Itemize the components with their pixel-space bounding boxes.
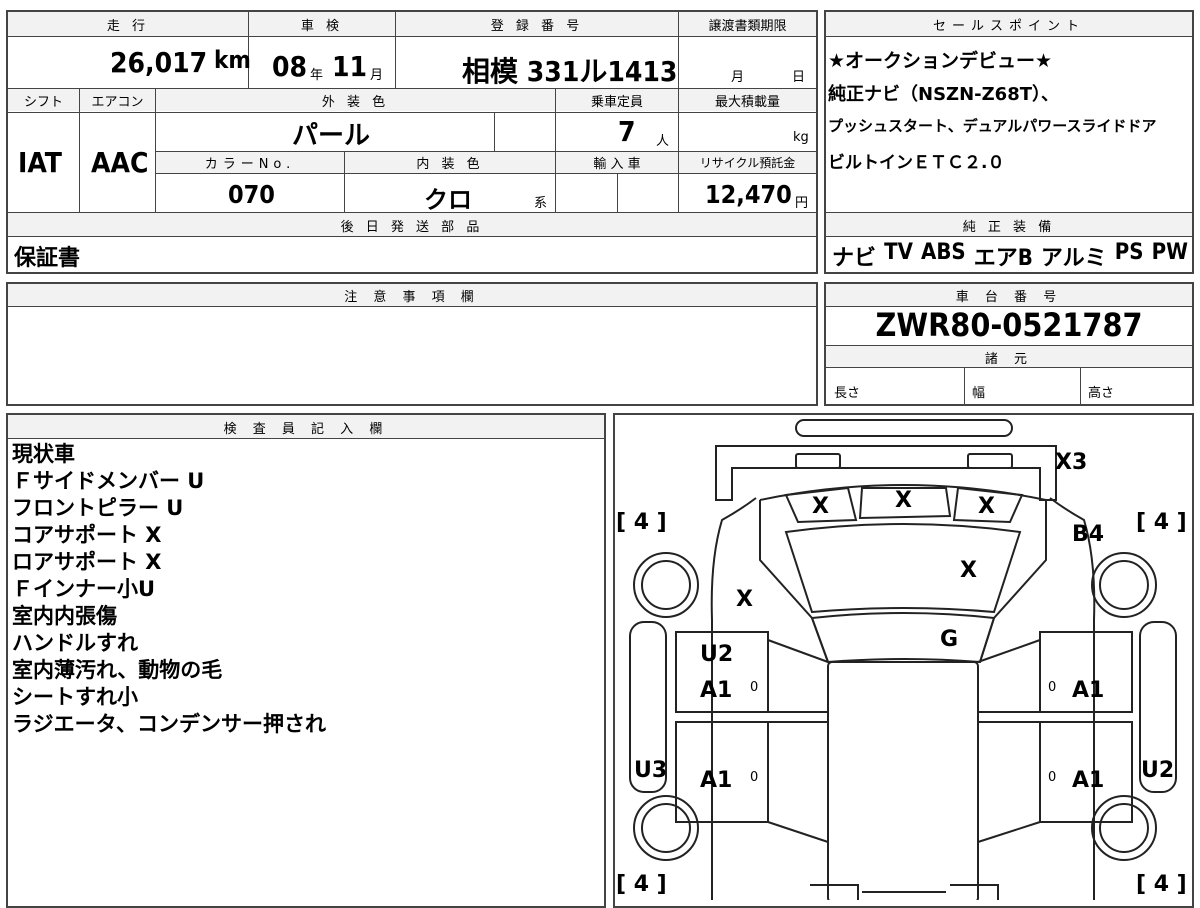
mark-windshield: G xyxy=(940,627,959,652)
mark-zero: 0 xyxy=(750,770,759,785)
mark-grille-right: X xyxy=(978,494,995,519)
mark-right-sill: U2 xyxy=(1141,758,1175,783)
mark-hood: X xyxy=(960,558,977,583)
fog-light-left xyxy=(795,453,841,469)
mark-front-right-door-a: A1 xyxy=(1072,678,1105,703)
wheel-rear-right-inner xyxy=(1099,803,1149,853)
mark-grille-center: X xyxy=(895,488,912,513)
mark-front-left-door-a: A1 xyxy=(700,678,733,703)
left-rear-panel xyxy=(767,821,829,843)
wheel-front-left xyxy=(633,552,699,618)
mark-zero: 0 xyxy=(750,680,759,695)
windshield xyxy=(810,612,996,664)
rear-bumper-left xyxy=(810,884,859,900)
right-mirror xyxy=(977,639,1041,663)
car-diagram xyxy=(629,419,1177,900)
mark-rear-left-door-a: A1 xyxy=(700,768,733,793)
mark-zero: 0 xyxy=(1048,680,1057,695)
rear-bumper-right xyxy=(950,884,999,900)
roof xyxy=(827,661,979,900)
mark-tire-fl: [ 4 ] xyxy=(616,510,667,535)
a-pillar-left xyxy=(759,500,829,663)
mark-tire-rl: [ 4 ] xyxy=(616,872,667,897)
mark-left-sill: U3 xyxy=(634,758,668,783)
wheel-front-left-inner xyxy=(641,560,691,610)
wheel-front-right xyxy=(1091,552,1157,618)
mark-tire-rr: [ 4 ] xyxy=(1136,872,1187,897)
a-pillar-right xyxy=(979,500,1047,663)
wheel-rear-left-inner xyxy=(641,803,691,853)
wheel-rear-left xyxy=(633,795,699,861)
mark-front-left-door-u: U2 xyxy=(700,642,734,667)
body-outline xyxy=(710,497,1096,900)
mark-front-bumper: X3 xyxy=(1055,450,1088,475)
hood xyxy=(784,523,1022,614)
mark-zero: 0 xyxy=(1048,770,1057,785)
wheel-front-right-inner xyxy=(1099,560,1149,610)
mark-front-right-fender: B4 xyxy=(1072,522,1105,547)
front-bumper-top xyxy=(795,419,1013,437)
mark-rear-right-door-a: A1 xyxy=(1072,768,1105,793)
mark-tire-fr: [ 4 ] xyxy=(1136,510,1187,535)
left-mirror xyxy=(767,639,829,663)
right-rear-panel xyxy=(977,821,1041,843)
fog-light-right xyxy=(967,453,1013,469)
mark-front-left-fender: X xyxy=(736,587,753,612)
mark-grille-left: X xyxy=(812,494,829,519)
wheel-rear-right xyxy=(1091,795,1157,861)
